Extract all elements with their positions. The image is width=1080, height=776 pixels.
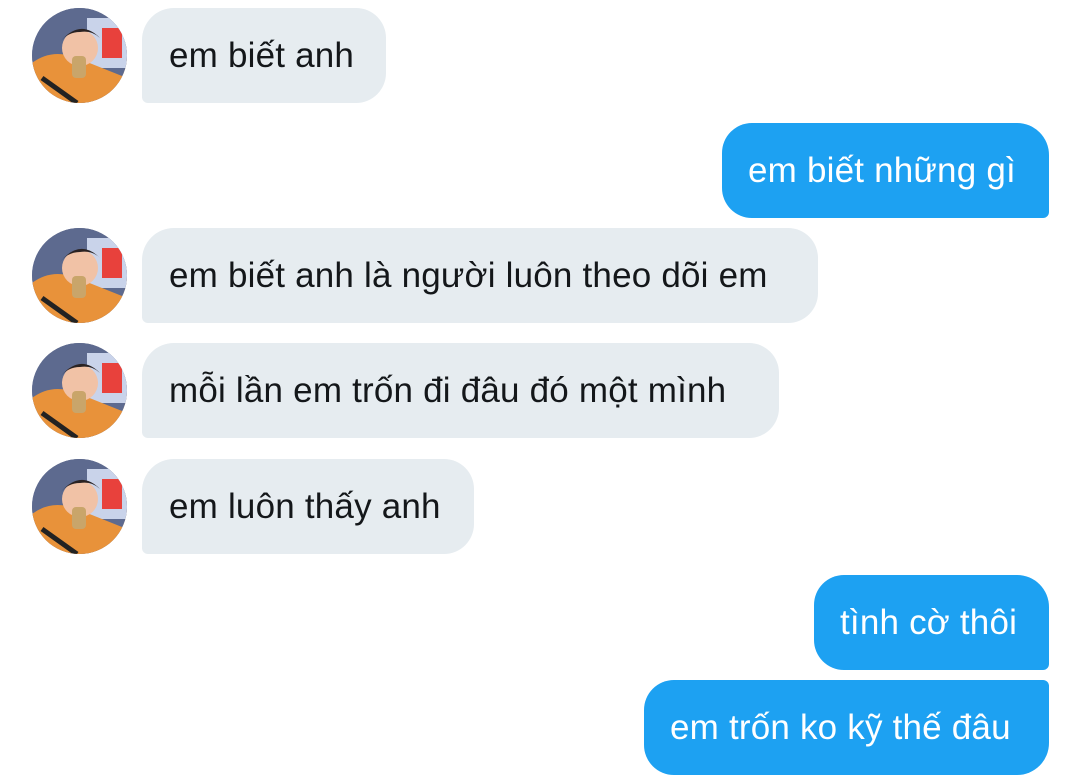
sender-avatar[interactable] [32, 343, 127, 438]
avatar-photo-icon [32, 343, 127, 438]
message-bubble-outgoing[interactable]: tình cờ thôi [814, 575, 1049, 670]
message-bubble-outgoing[interactable]: em trốn ko kỹ thế đâu [644, 680, 1049, 775]
message-row-outgoing: tình cờ thôi [0, 575, 1080, 670]
message-bubble-incoming[interactable]: em biết anh là người luôn theo dõi em [142, 228, 818, 323]
sender-avatar[interactable] [32, 8, 127, 103]
message-row-incoming: em biết anh [0, 8, 1080, 103]
message-bubble-incoming[interactable]: mỗi lần em trốn đi đâu đó một mình [142, 343, 779, 438]
avatar-photo-icon [32, 228, 127, 323]
message-text: tình cờ thôi [840, 602, 1018, 642]
avatar-photo-icon [32, 8, 127, 103]
sender-avatar[interactable] [32, 228, 127, 323]
message-row-incoming: em luôn thấy anh [0, 459, 1080, 554]
message-bubble-incoming[interactable]: em luôn thấy anh [142, 459, 474, 554]
message-bubble-incoming[interactable]: em biết anh [142, 8, 386, 103]
message-row-outgoing: em biết những gì [0, 123, 1080, 218]
message-row-outgoing: em trốn ko kỹ thế đâu [0, 680, 1080, 775]
message-text: mỗi lần em trốn đi đâu đó một mình [169, 370, 727, 410]
message-text: em trốn ko kỹ thế đâu [670, 707, 1011, 747]
avatar-photo-icon [32, 459, 127, 554]
message-row-incoming: mỗi lần em trốn đi đâu đó một mình [0, 343, 1080, 438]
message-bubble-outgoing[interactable]: em biết những gì [722, 123, 1049, 218]
message-text: em biết những gì [748, 150, 1016, 190]
message-text: em biết anh [169, 35, 355, 75]
message-text: em biết anh là người luôn theo dõi em [169, 255, 768, 295]
message-row-incoming: em biết anh là người luôn theo dõi em [0, 228, 1080, 323]
message-text: em luôn thấy anh [169, 486, 441, 526]
chat-thread: em biết anh em biết những gì em biết anh… [0, 0, 1080, 776]
sender-avatar[interactable] [32, 459, 127, 554]
